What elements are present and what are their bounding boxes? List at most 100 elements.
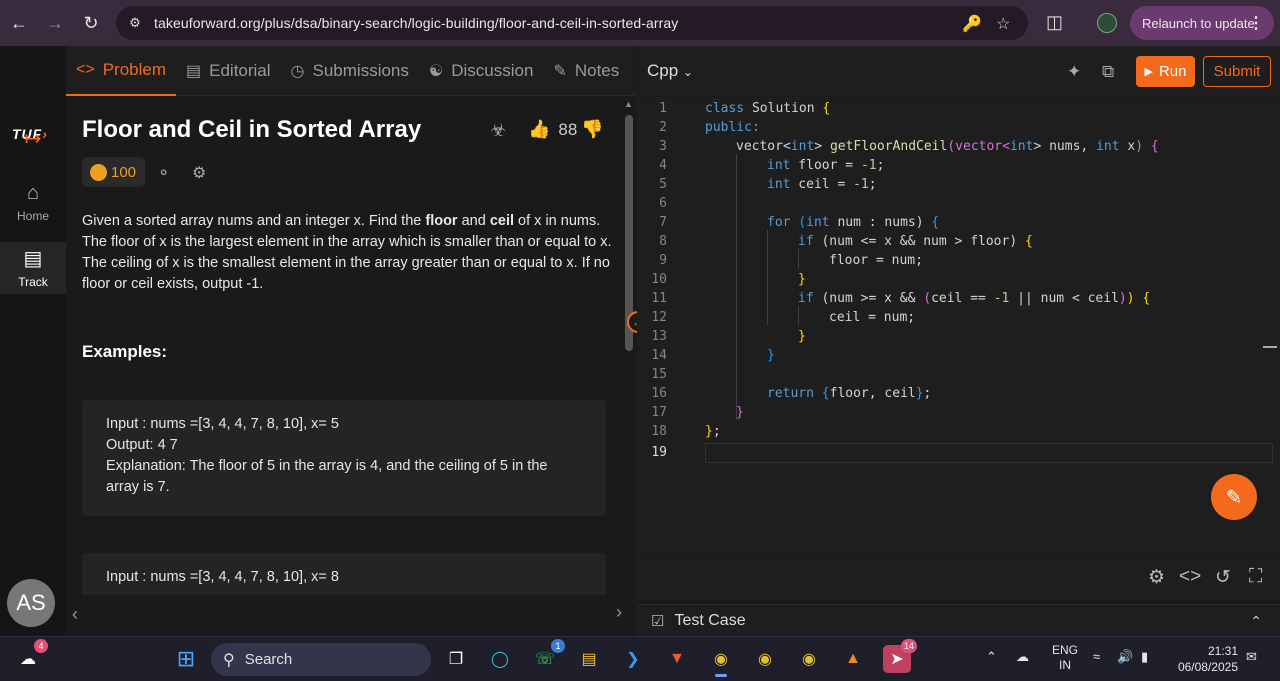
tab-editorial[interactable]: ▤ Editorial (176, 46, 281, 96)
whatsapp-badge: 1 (551, 639, 565, 653)
password-key-icon[interactable]: 🔑 (962, 14, 982, 34)
file-explorer-icon[interactable]: ▤ (575, 645, 603, 673)
onedrive-icon[interactable]: ☁ (1016, 649, 1029, 665)
like-count: 88 (558, 119, 578, 139)
telegram-badge: 14 (900, 639, 917, 653)
windows-start-icon[interactable]: ⊞ (172, 645, 200, 673)
chevron-right-icon[interactable]: › (616, 602, 622, 623)
notifications-icon[interactable]: ✉ (1246, 649, 1257, 665)
chevron-up-icon[interactable]: ⌃ (1250, 613, 1262, 630)
site-info-icon[interactable]: ⚙ (124, 12, 146, 34)
app-sidebar: TUF› ↦ ⌂ Home ▤ Track (0, 46, 66, 636)
fullscreen-icon[interactable]: ⛶ (1249, 566, 1262, 588)
example-input: Input : nums =[3, 4, 4, 7, 8, 10], x= 8 (106, 569, 339, 585)
document-icon: ▤ (186, 62, 202, 80)
horizontal-scroll: ‹ › (66, 598, 636, 633)
chevron-down-icon: ⌄ (682, 65, 693, 79)
chat-add-icon: ✎ (1225, 486, 1243, 509)
vlc-icon[interactable]: ▲ (839, 645, 867, 673)
battery-icon[interactable]: ▮ (1141, 649, 1148, 665)
sidebar-item-track[interactable]: ▤ Track (0, 242, 66, 294)
user-avatar[interactable]: AS (7, 579, 55, 627)
tab-problem[interactable]: <> Problem (66, 46, 176, 96)
taskbar-search[interactable]: ⚲ Search (211, 643, 431, 676)
sidebar-item-home[interactable]: ⌂ Home (0, 182, 66, 230)
examples-heading: Examples: (82, 342, 168, 361)
reload-icon[interactable]: ↻ (74, 6, 108, 40)
chrome-icon[interactable]: ◉ (707, 645, 735, 677)
language-indicator[interactable]: ENG IN (1052, 643, 1078, 673)
volume-icon[interactable]: 🔊 (1117, 649, 1133, 665)
bug-report-icon[interactable]: ☣ (490, 120, 506, 141)
task-view-icon[interactable]: ❐ (442, 645, 470, 673)
example-box: Input : nums =[3, 4, 4, 7, 8, 10], x= 5 … (82, 400, 606, 516)
notes-icon: ✎ (553, 62, 567, 80)
submit-button[interactable]: Submit (1203, 56, 1271, 87)
url-text[interactable]: takeuforward.org/plus/dsa/binary-search/… (154, 15, 678, 31)
extensions-icon[interactable]: ◫ (1046, 12, 1063, 33)
code-editor[interactable]: 1 class Solution { 2 public: 3 vector<int> … (637, 97, 1280, 555)
like-button[interactable]: 👍 88 (528, 119, 577, 140)
sidebar-item-label: Track (18, 275, 48, 289)
search-icon: ⚲ (223, 651, 235, 669)
thumbs-up-icon: 👍 (528, 119, 551, 139)
coins-badge: 100 (82, 157, 145, 187)
clock-icon: ◷ (290, 62, 305, 80)
expand-arrow-icon: ↦ (24, 128, 42, 150)
clock[interactable]: 21:31 06/08/2025 (1170, 643, 1238, 675)
chrome-profile-2-icon[interactable]: ◉ (795, 645, 823, 673)
code-brackets-icon[interactable]: <> (1179, 566, 1201, 588)
relaunch-button[interactable]: Relaunch to update ⋮ (1130, 6, 1274, 40)
tab-discussion[interactable]: ☯ Discussion (419, 46, 544, 96)
windows-taskbar: ☁ 4 ⊞ ⚲ Search ❐ ◯ ☏ 1 ▤ ❯ ▼ ◉ ◉ ◉ ▲ ➤ 14 ⌃ … (0, 636, 1280, 681)
wifi-icon[interactable]: ≈ (1093, 649, 1100, 664)
problem-description: Given a sorted array nums and an integer… (82, 213, 612, 292)
vscode-icon[interactable]: ❯ (619, 645, 647, 673)
back-icon[interactable]: ← (2, 6, 36, 40)
copy-icon[interactable]: ⧉ (1102, 62, 1114, 82)
editor-footer: ⚙ <> ↺ ⛶ (637, 556, 1280, 600)
thumbs-down-icon[interactable]: 👎 (581, 119, 603, 140)
problem-panel: Floor and Ceil in Sorted Array ☣ 👍 88 👎 1… (66, 97, 622, 595)
settings-gear-icon[interactable]: ⚙ (1148, 566, 1165, 589)
address-bar[interactable]: ⚙ takeuforward.org/plus/dsa/binary-searc… (116, 6, 1028, 40)
telegram-icon[interactable]: ➤ 14 (883, 639, 917, 673)
example-output: Output: 4 7 (106, 437, 178, 453)
minimap-marker (1263, 346, 1277, 348)
home-icon: ⌂ (26, 182, 40, 204)
reset-icon[interactable]: ↺ (1215, 566, 1231, 589)
chevron-up-tray-icon[interactable]: ⌃ (986, 649, 997, 665)
hint-bulb-icon[interactable]: ⚬ (157, 163, 170, 183)
relaunch-label: Relaunch to update (1142, 15, 1255, 31)
brave-icon[interactable]: ▼ (663, 645, 691, 673)
coin-icon (90, 163, 107, 181)
sidebar-item-label: Home (16, 209, 49, 223)
tab-notes[interactable]: ✎ Notes (543, 46, 629, 96)
magic-wand-icon[interactable]: ✦ (1067, 62, 1081, 82)
edge-icon[interactable]: ◯ (486, 645, 514, 673)
test-case-label: Test Case (674, 611, 746, 629)
widgets-icon[interactable]: ☁ 4 (14, 639, 48, 673)
example-box: Input : nums =[3, 4, 4, 7, 8, 10], x= 8 (82, 553, 606, 595)
example-explanation: Explanation: The floor of 5 in the array… (106, 458, 548, 495)
test-case-panel[interactable]: ☑ Test Case ⌃ (637, 604, 1280, 636)
language-select[interactable]: Cpp ⌄ (647, 61, 693, 81)
companies-icon[interactable]: ⚙ (192, 163, 206, 183)
bookmark-star-icon[interactable]: ☆ (996, 14, 1010, 34)
profile-avatar[interactable] (1097, 13, 1117, 33)
problem-scrollbar[interactable]: ▲ (622, 97, 636, 595)
scroll-up-icon[interactable]: ▲ (624, 99, 633, 109)
run-button[interactable]: ▶ Run (1136, 56, 1195, 87)
chevron-left-icon[interactable]: ‹ (72, 604, 78, 625)
notification-badge: 4 (34, 639, 48, 653)
more-menu-icon[interactable]: ⋮ (1248, 13, 1264, 33)
chrome-profile-icon[interactable]: ◉ (751, 645, 779, 673)
tab-submissions[interactable]: ◷ Submissions (281, 46, 419, 96)
checkbox-icon: ☑ (651, 612, 665, 630)
chat-assistant-button[interactable]: ✎ (1211, 474, 1257, 520)
collapse-sidebar-button[interactable]: ↦ (0, 126, 66, 156)
forward-icon[interactable]: → (38, 6, 72, 40)
code-icon: <> (76, 60, 95, 78)
whatsapp-icon[interactable]: ☏ 1 (531, 639, 565, 673)
track-icon: ▤ (23, 248, 43, 270)
